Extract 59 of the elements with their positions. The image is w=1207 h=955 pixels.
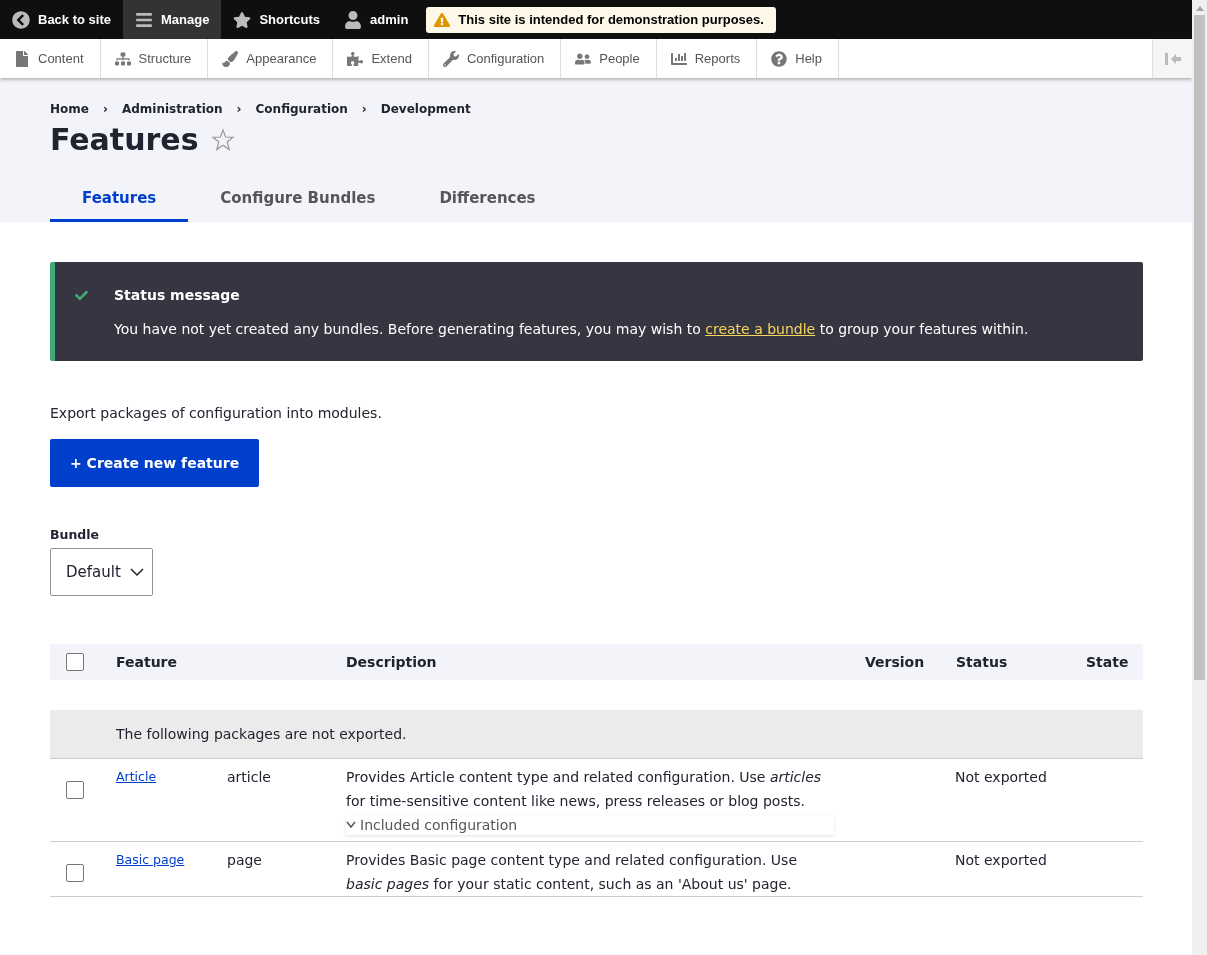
column-header: Version [865, 654, 926, 670]
tab[interactable]: Features [50, 179, 189, 222]
menu-icon [135, 10, 153, 29]
toolbar-tab[interactable]: Shortcuts [221, 0, 333, 39]
brush-icon [222, 50, 239, 67]
toolbar-tab[interactable]: Back to site [0, 0, 123, 39]
create-feature-button[interactable]: + Create new feature [50, 439, 260, 487]
intro-text: Export packages of configuration into modules. [50, 405, 383, 421]
status-cell-text: Not exported [955, 851, 1048, 870]
status-title: Status message [114, 287, 241, 303]
chevron-down-icon [130, 567, 144, 577]
column-header: Description [346, 654, 438, 670]
page-title: Features [50, 122, 199, 157]
back-icon [12, 10, 30, 29]
select-all-checkbox[interactable] [66, 653, 84, 671]
check-icon [75, 288, 88, 302]
star-icon[interactable] [210, 127, 235, 152]
hierarchy-icon [114, 50, 131, 67]
machine-name: page [227, 851, 263, 870]
row-checkbox[interactable] [66, 864, 84, 882]
file-icon [14, 50, 30, 67]
breadcrumb-link[interactable]: Configuration [255, 102, 348, 116]
help-icon [771, 50, 788, 67]
breadcrumb-link[interactable]: Development [380, 102, 471, 116]
wrench-icon [442, 50, 459, 67]
toolbar-tab[interactable]: admin [332, 0, 421, 39]
column-header: Status [956, 654, 1009, 670]
bundle-select[interactable]: Default [50, 548, 153, 596]
caret-icon [346, 821, 356, 829]
feature-link[interactable]: Article [116, 769, 157, 784]
breadcrumb-separator: › [236, 102, 242, 116]
breadcrumb-link[interactable]: Administration [121, 102, 223, 116]
tab[interactable]: Configure Bundles [188, 179, 408, 222]
column-header: State [1086, 654, 1130, 670]
star-icon [233, 10, 252, 29]
toolbar-tab[interactable]: Manage [123, 0, 222, 39]
breadcrumb-link[interactable]: Home [50, 102, 89, 116]
machine-name: article [227, 768, 272, 787]
column-header: Feature [116, 654, 178, 670]
included-configuration-toggle[interactable]: Included configuration [346, 815, 834, 835]
user-icon [344, 10, 363, 29]
create-bundle-link[interactable]: create a bundle [705, 321, 816, 337]
group-heading: The following packages are not exported. [50, 710, 1143, 759]
scrollbar[interactable] [1192, 0, 1207, 955]
row-checkbox[interactable] [66, 781, 84, 799]
description-text: Provides Basic page content type and related configuration. Use basic pages for your static content, such as an 'About us' page. [346, 851, 798, 894]
feature-link[interactable]: Basic page [116, 852, 185, 867]
puzzle-icon [347, 50, 364, 67]
collapse-icon [1162, 50, 1183, 67]
description-text: Provides Article content type and related configuration. Use articles for time-sensitive content like news, press releases or blog posts. [346, 768, 823, 811]
warning-icon [434, 11, 451, 28]
breadcrumb-separator: › [102, 102, 108, 116]
status-text: You have not yet created any bundles. Before generating features, you may wish to create a bundle to group your features within. [114, 321, 1030, 337]
breadcrumb-separator: › [361, 102, 367, 116]
bar-chart-icon [670, 50, 687, 67]
tab[interactable]: Differences [407, 179, 568, 222]
status-cell-text: Not exported [955, 768, 1048, 787]
demo-notice: This site is intended for demonstration purposes. [426, 6, 776, 33]
bundle-label: Bundle [50, 527, 101, 542]
